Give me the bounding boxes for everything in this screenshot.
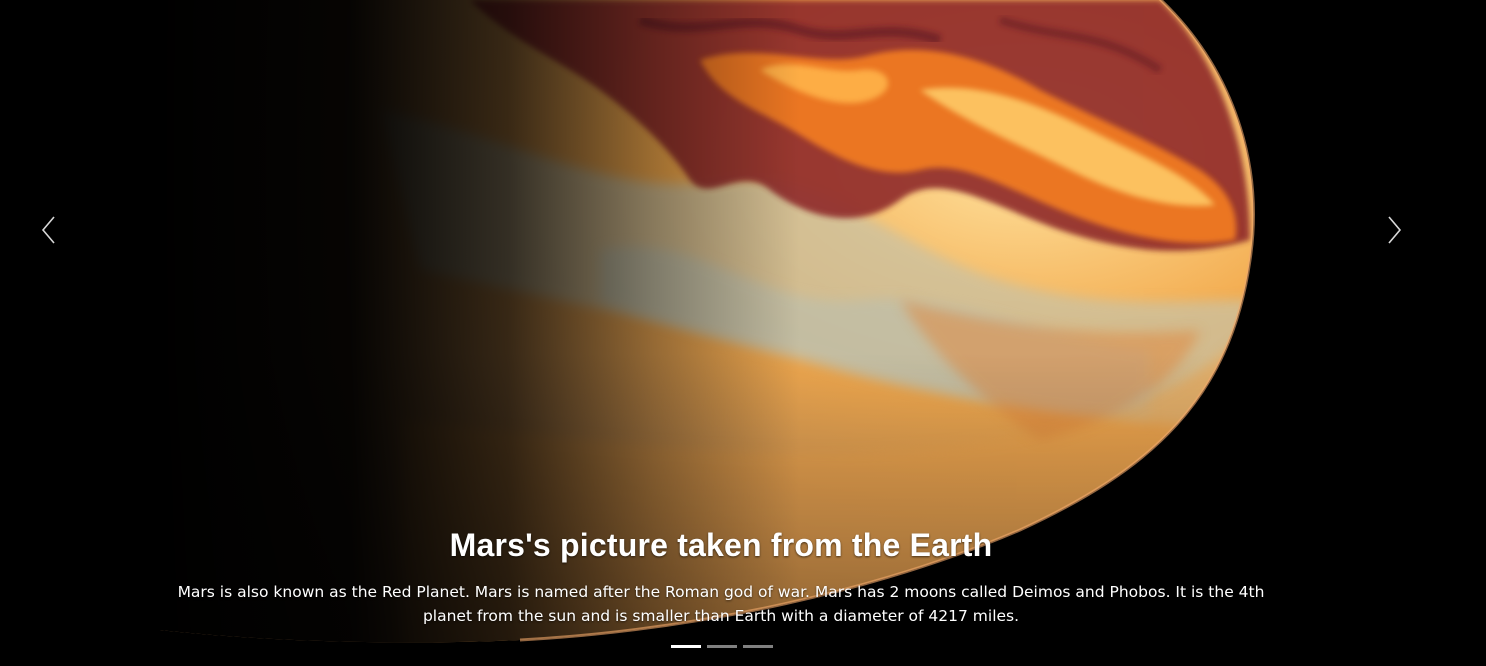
slide-indicator-3[interactable] [743,645,773,648]
slide-indicator-2[interactable] [707,645,737,648]
next-slide-button[interactable] [1364,200,1424,260]
image-carousel: Mars's picture taken from the Earth Mars… [0,0,1486,666]
chevron-right-icon [1388,216,1402,244]
slide-title: Mars's picture taken from the Earth [449,527,993,563]
chevron-left-icon [41,216,55,244]
slide-description: Mars is also known as the Red Planet. Ma… [177,583,1265,625]
previous-slide-button[interactable] [19,200,79,260]
slide-indicators [671,645,773,648]
slide-indicator-1[interactable] [671,645,701,648]
slide-caption: Mars's picture taken from the Earth Mars… [160,522,1282,628]
